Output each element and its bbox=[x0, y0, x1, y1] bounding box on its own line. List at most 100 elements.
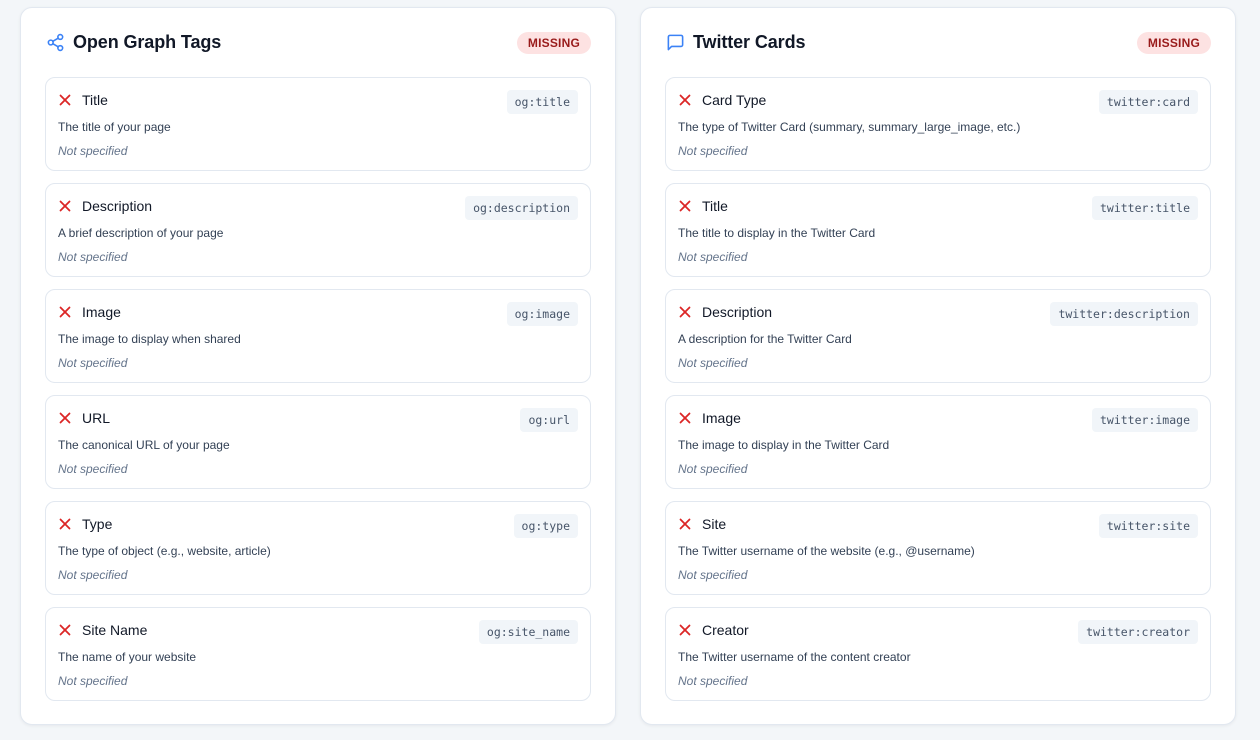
meta-tag-card: Type og:type The type of object (e.g., web… bbox=[45, 501, 591, 595]
meta-tag-card: Card Type twitter:card The type of Twitter… bbox=[665, 77, 1211, 171]
meta-tag-name: Image bbox=[702, 410, 741, 426]
meta-tag-name: Site bbox=[702, 516, 727, 532]
meta-tag-value: Not specified bbox=[58, 356, 128, 370]
x-icon bbox=[678, 305, 692, 319]
meta-tag-card-header: Description og:description bbox=[58, 195, 578, 220]
message-square-icon bbox=[665, 33, 685, 53]
x-icon bbox=[58, 623, 72, 637]
meta-tag-name: Description bbox=[82, 198, 153, 214]
meta-tag-description: The Twitter username of the website (e.g… bbox=[678, 544, 975, 558]
meta-tag-name-wrap: URL bbox=[58, 407, 110, 429]
meta-tag-name-wrap: Image bbox=[678, 407, 741, 429]
meta-tag-property: og:site_name bbox=[478, 620, 578, 644]
meta-tag-description: The name of your website bbox=[58, 650, 197, 664]
meta-tag-name: URL bbox=[82, 410, 111, 426]
meta-tag-card: Title twitter:title The title to display i… bbox=[665, 183, 1211, 277]
meta-tag-description: A brief description of your page bbox=[58, 226, 224, 240]
meta-tag-value: Not specified bbox=[58, 144, 128, 158]
meta-tag-name: Image bbox=[82, 304, 121, 320]
meta-tag-value: Not specified bbox=[678, 356, 748, 370]
meta-tag-card-header: Creator twitter:creator bbox=[678, 619, 1198, 644]
meta-tag-description: The title to display in the Twitter Card bbox=[678, 226, 876, 240]
meta-tag-value: Not specified bbox=[678, 144, 748, 158]
meta-tag-name-wrap: Site bbox=[678, 513, 726, 535]
share-icon bbox=[45, 33, 65, 53]
meta-tag-value: Not specified bbox=[58, 250, 128, 264]
meta-tag-card: Title og:title The title of your page Not s… bbox=[45, 77, 591, 171]
open-graph-header: Open Graph Tags MISSING bbox=[45, 8, 591, 77]
twitter-cards-title: Twitter Cards bbox=[693, 32, 806, 52]
meta-tag-description: The image to display when shared bbox=[58, 332, 241, 346]
meta-tag-property: twitter:title bbox=[1091, 196, 1198, 220]
meta-tag-value: Not specified bbox=[678, 250, 748, 264]
x-icon bbox=[58, 411, 72, 425]
meta-tag-name: Site Name bbox=[82, 622, 148, 638]
meta-tag-name: Title bbox=[702, 198, 728, 214]
meta-tag-property: og:image bbox=[506, 302, 578, 326]
meta-tag-property: twitter:creator bbox=[1078, 620, 1198, 644]
meta-tag-property: twitter:site bbox=[1098, 514, 1198, 538]
meta-tag-card-header: Site Name og:site_name bbox=[58, 619, 578, 644]
meta-tag-name-wrap: Title bbox=[678, 195, 728, 217]
meta-tag-description: The title of your page bbox=[58, 120, 171, 134]
meta-tag-card-header: Title twitter:title bbox=[678, 195, 1198, 220]
meta-tag-property: twitter:card bbox=[1098, 90, 1198, 114]
meta-tag-name-wrap: Card Type bbox=[678, 89, 766, 111]
meta-tag-card: URL og:url The canonical URL of your page N… bbox=[45, 395, 591, 489]
meta-tag-property: og:title bbox=[506, 90, 578, 114]
x-icon bbox=[58, 93, 72, 107]
meta-tag-property: og:url bbox=[520, 408, 578, 432]
x-icon bbox=[678, 199, 692, 213]
meta-tag-card: Site twitter:site The Twitter username of … bbox=[665, 501, 1211, 595]
twitter-cards-item-list: Card Type twitter:card The type of Twitter… bbox=[665, 77, 1211, 701]
open-graph-status-badge: MISSING bbox=[516, 31, 591, 54]
twitter-cards-status-badge: MISSING bbox=[1136, 31, 1211, 54]
twitter-cards-header: Twitter Cards MISSING bbox=[665, 8, 1211, 77]
meta-tag-description: The image to display in the Twitter Card bbox=[678, 438, 890, 452]
meta-tag-name-wrap: Description bbox=[678, 301, 772, 323]
meta-tag-description: The type of object (e.g., website, artic… bbox=[58, 544, 271, 558]
meta-tag-name: Description bbox=[702, 304, 773, 320]
meta-tag-card-header: Card Type twitter:card bbox=[678, 89, 1198, 114]
meta-tag-name: Creator bbox=[702, 622, 749, 638]
meta-tag-card-header: Title og:title bbox=[58, 89, 578, 114]
meta-tag-name: Type bbox=[82, 516, 113, 532]
x-icon bbox=[58, 305, 72, 319]
twitter-cards-title-wrap: Twitter Cards bbox=[665, 32, 805, 53]
meta-tag-description: A description for the Twitter Card bbox=[678, 332, 852, 346]
meta-tag-value: Not specified bbox=[678, 674, 748, 688]
meta-tag-card-header: Description twitter:description bbox=[678, 301, 1198, 326]
x-icon bbox=[58, 199, 72, 213]
meta-tag-card-header: Site twitter:site bbox=[678, 513, 1198, 538]
meta-tag-description: The canonical URL of your page bbox=[58, 438, 230, 452]
meta-tag-property: og:description bbox=[465, 196, 578, 220]
meta-tag-property: twitter:description bbox=[1050, 302, 1198, 326]
meta-tag-name-wrap: Title bbox=[58, 89, 108, 111]
meta-tag-card: Description twitter:description A descript… bbox=[665, 289, 1211, 383]
meta-tag-card-header: URL og:url bbox=[58, 407, 578, 432]
meta-tag-card: Creator twitter:creator The Twitter userna… bbox=[665, 607, 1211, 701]
meta-tag-name-wrap: Type bbox=[58, 513, 112, 535]
meta-tag-card-header: Image og:image bbox=[58, 301, 578, 326]
meta-tag-card: Image og:image The image to display when s… bbox=[45, 289, 591, 383]
meta-tag-value: Not specified bbox=[58, 568, 128, 582]
meta-tag-value: Not specified bbox=[678, 462, 748, 476]
meta-tag-value: Not specified bbox=[678, 568, 748, 582]
meta-tag-property: og:type bbox=[513, 514, 578, 538]
x-icon bbox=[678, 623, 692, 637]
meta-tag-card: Site Name og:site_name The name of your we… bbox=[45, 607, 591, 701]
x-icon bbox=[678, 411, 692, 425]
meta-tag-name-wrap: Image bbox=[58, 301, 121, 323]
meta-tag-card: Description og:description A brief descrip… bbox=[45, 183, 591, 277]
open-graph-panel: Open Graph Tags MISSING Title og:title The… bbox=[20, 7, 616, 725]
meta-tag-name: Title bbox=[82, 92, 108, 108]
x-icon bbox=[678, 93, 692, 107]
meta-tag-value: Not specified bbox=[58, 674, 128, 688]
meta-tag-card-header: Type og:type bbox=[58, 513, 578, 538]
meta-tag-description: The type of Twitter Card (summary, summa… bbox=[678, 120, 1021, 134]
meta-tag-value: Not specified bbox=[58, 462, 128, 476]
x-icon bbox=[678, 517, 692, 531]
meta-tag-property: twitter:image bbox=[1091, 408, 1198, 432]
open-graph-title-wrap: Open Graph Tags bbox=[45, 32, 221, 53]
twitter-cards-panel: Twitter Cards MISSING Card Type twitter:c… bbox=[640, 7, 1236, 725]
